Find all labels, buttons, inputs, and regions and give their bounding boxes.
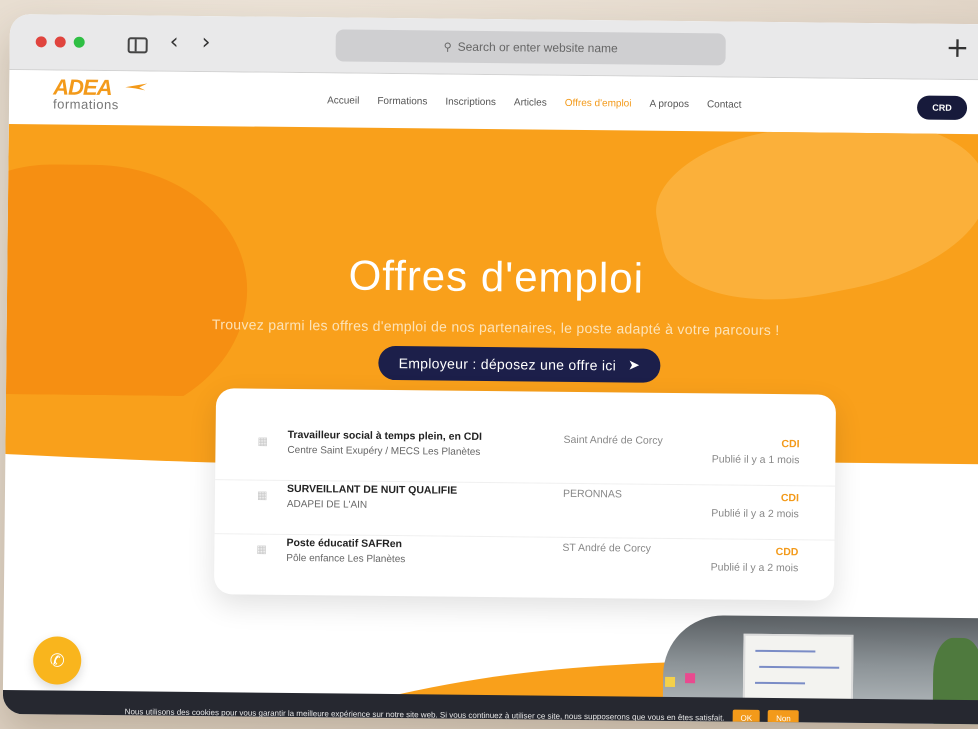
post-offer-label: Employeur : déposez une offre ici (398, 355, 617, 374)
zoom-window-button[interactable] (73, 36, 85, 48)
job-organization: ADAPEI DE L'AIN (286, 498, 368, 511)
building-icon: ▦ (256, 488, 268, 502)
chevron-left-icon[interactable]: ‹ (170, 30, 179, 55)
job-organization: Centre Saint Exupéry / MECS Les Planètes (287, 444, 481, 458)
sidebar-icon[interactable] (127, 37, 148, 54)
page-title: Offres d'emploi (348, 251, 645, 302)
close-window-button[interactable] (35, 36, 47, 48)
phone-call-button[interactable]: ✆ (32, 636, 82, 685)
job-location: PERONNAS (562, 487, 623, 501)
nav-link-inscriptions[interactable]: Inscriptions (445, 97, 496, 109)
job-title[interactable]: SURVEILLANT DE NUIT QUALIFIE (287, 483, 457, 497)
sticky-note (664, 676, 676, 688)
plane-icon (125, 83, 148, 91)
browser-window: ‹ › ⚲ Search or enter website name + ADE… (2, 14, 978, 725)
job-title[interactable]: Poste éducatif SAFRen (286, 537, 402, 550)
plus-icon[interactable]: + (946, 31, 970, 64)
site-logo[interactable]: ADEA formations (52, 74, 148, 113)
job-posted-date: Publié il y a 2 mois (711, 507, 799, 521)
nav-link-formations[interactable]: Formations (377, 96, 427, 108)
cursor-icon: ➤ (627, 357, 641, 374)
job-contract: CDI (781, 438, 800, 451)
crd-button[interactable]: CRD (916, 95, 968, 121)
job-title[interactable]: Travailleur social à temps plein, en CDI (288, 429, 482, 443)
background: ‹ › ⚲ Search or enter website name + ADE… (0, 0, 978, 729)
job-contract: CDD (775, 546, 799, 559)
logo-subtext: formations (52, 96, 119, 113)
job-list-card: ▦ Travailleur social à temps plein, en C… (213, 388, 837, 601)
job-row[interactable]: ▦ Poste éducatif SAFRen Pôle enfance Les… (214, 536, 835, 594)
window-controls (35, 36, 85, 48)
job-posted-date: Publié il y a 1 mois (711, 453, 800, 467)
chevron-right-icon[interactable]: › (202, 30, 211, 55)
phone-icon: ✆ (49, 649, 65, 672)
search-icon: ⚲ (443, 40, 452, 54)
nav-link-offres-emploi[interactable]: Offres d'emploi (565, 98, 632, 110)
job-posted-date: Publié il y a 2 mois (710, 561, 799, 575)
browser-toolbar: ‹ › ⚲ Search or enter website name + (9, 14, 978, 81)
cookie-ok-button[interactable]: OK (732, 709, 761, 725)
sticky-note (685, 673, 696, 684)
main-menu: Accueil Formations Inscriptions Articles… (327, 95, 741, 110)
cookie-text: Nous utilisons des cookies pour vous gar… (124, 706, 725, 723)
job-row[interactable]: ▦ Travailleur social à temps plein, en C… (215, 428, 836, 487)
building-icon: ▦ (257, 434, 269, 448)
address-bar[interactable]: ⚲ Search or enter website name (335, 29, 726, 66)
job-organization: Pôle enfance Les Planètes (286, 552, 406, 566)
post-offer-button[interactable]: Employeur : déposez une offre ici ➤ (378, 345, 661, 383)
job-location: ST André de Corcy (562, 541, 652, 555)
building-icon: ▦ (256, 542, 267, 556)
job-contract: CDI (780, 492, 800, 505)
address-placeholder: Search or enter website name (457, 39, 618, 56)
job-location: Saint André de Corcy (563, 433, 663, 447)
nav-link-a-propos[interactable]: A propos (649, 99, 689, 110)
cookie-no-button[interactable]: Non (768, 709, 799, 725)
nav-link-articles[interactable]: Articles (514, 97, 547, 108)
minimize-window-button[interactable] (54, 36, 66, 48)
nav-link-accueil[interactable]: Accueil (327, 95, 359, 106)
job-row[interactable]: ▦ SURVEILLANT DE NUIT QUALIFIE ADAPEI DE… (214, 482, 836, 541)
nav-link-contact[interactable]: Contact (707, 99, 742, 110)
